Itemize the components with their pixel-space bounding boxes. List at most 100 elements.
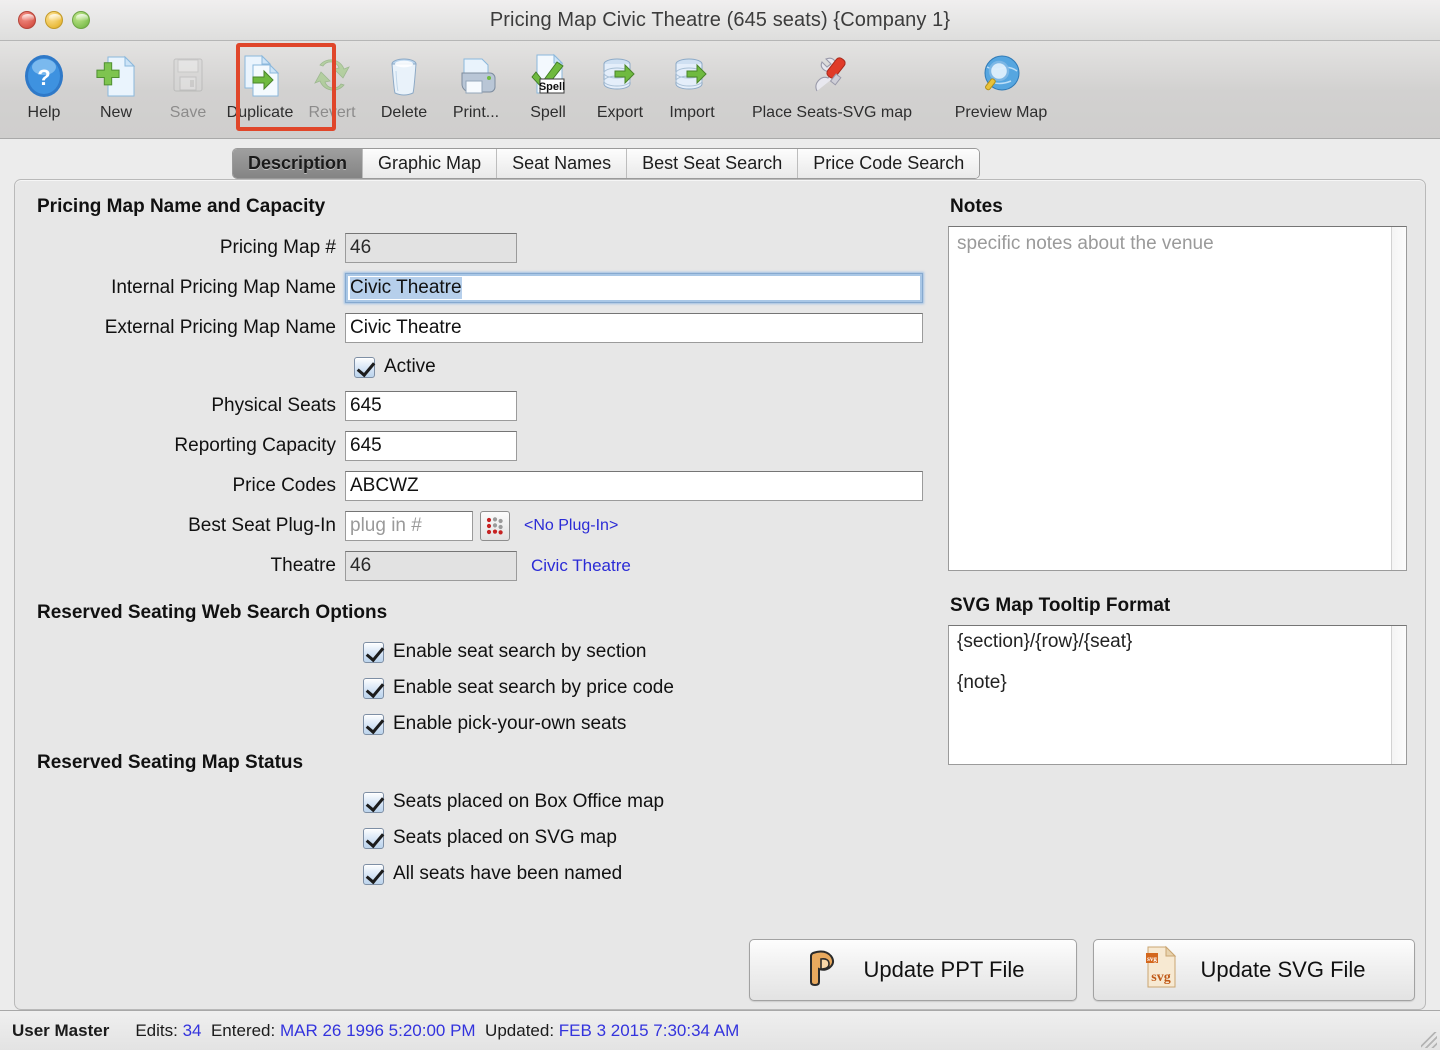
row-external-name: External Pricing Map Name Civic Theatre (33, 308, 938, 348)
update-ppt-button[interactable]: Update PPT File (749, 939, 1077, 1001)
checkbox-label: Enable seat search by price code (393, 677, 674, 698)
notes-textarea[interactable]: specific notes about the venue (948, 226, 1407, 571)
update-svg-button[interactable]: svg svg Update SVG File (1093, 939, 1415, 1001)
toolbar-button-revert[interactable]: Revert (296, 46, 368, 122)
toolbar-label: Preview Map (954, 104, 1048, 121)
best-seat-plugin-field[interactable]: plug in # (345, 511, 473, 541)
toolbar-button-export[interactable]: Export (584, 46, 656, 122)
toolbar-button-save[interactable]: Save (152, 46, 224, 122)
notes-title: Notes (950, 196, 1003, 217)
checkbox-label: Enable seat search by section (393, 641, 647, 662)
duplicate-document-icon (237, 50, 283, 102)
resize-grip[interactable] (1421, 1032, 1437, 1048)
label-physical-seats: Physical Seats (211, 395, 336, 416)
toolbar-button-import[interactable]: Import (656, 46, 728, 122)
description-panel: Pricing Map Name and Capacity Pricing Ma… (14, 179, 1426, 1010)
seats-placed-box-office-checkbox[interactable] (363, 791, 384, 813)
tooltip-format-title: SVG Map Tooltip Format (950, 595, 1171, 616)
toolbar: ? Help New Save Duplicate Revert Delete … (0, 41, 1440, 139)
zoom-button[interactable] (72, 11, 90, 29)
theatre-link[interactable]: Civic Theatre (531, 556, 631, 576)
price-codes-field[interactable]: ABCWZ (345, 471, 923, 501)
checkbox-label: All seats have been named (393, 863, 623, 884)
toolbar-label: Delete (380, 104, 428, 121)
row-active: Active (33, 348, 938, 386)
toolbar-label: Help (27, 104, 61, 121)
label-internal-name: Internal Pricing Map Name (111, 277, 336, 298)
plugin-status-link[interactable]: <No Plug-In> (524, 517, 618, 535)
status-updated-label: Updated: (485, 1020, 555, 1040)
toolbar-label: Duplicate (226, 104, 294, 121)
tab-bar: Description Graphic Map Seat Names Best … (0, 139, 1440, 179)
close-button[interactable] (18, 11, 36, 29)
floppy-disk-icon (166, 50, 210, 102)
svg-text:svg: svg (1148, 955, 1158, 963)
checkbox-label: Seats placed on Box Office map (393, 791, 665, 812)
tab-seat-names[interactable]: Seat Names (497, 149, 628, 178)
section-title-pricing-map: Pricing Map Name and Capacity (37, 196, 326, 217)
section-title-web-search: Reserved Seating Web Search Options (37, 602, 388, 623)
all-seats-named-checkbox[interactable] (363, 863, 384, 885)
toolbar-button-help[interactable]: ? Help (8, 46, 80, 122)
toolbar-button-new[interactable]: New (80, 46, 152, 122)
toolbar-button-spell[interactable]: Spell Spell (512, 46, 584, 122)
notes-scrollbar[interactable] (1391, 227, 1406, 570)
internal-name-field[interactable]: Civic Theatre (345, 273, 923, 303)
status-entered-value: MAR 26 1996 5:20:00 PM (279, 1020, 476, 1040)
pricing-map-number-field[interactable]: 46 (345, 233, 517, 263)
row-pricing-map-number: Pricing Map # 46 (33, 228, 938, 268)
enable-pick-your-own-seats-checkbox[interactable] (363, 713, 384, 735)
svg-text:Spell: Spell (539, 81, 565, 93)
notes-placeholder: specific notes about the venue (957, 233, 1214, 254)
row-reporting-capacity: Reporting Capacity 645 (33, 426, 938, 466)
seats-placed-svg-checkbox[interactable] (363, 827, 384, 849)
minimize-button[interactable] (45, 11, 63, 29)
tab-description[interactable]: Description (233, 149, 364, 178)
database-export-icon (597, 50, 643, 102)
status-user: User Master (12, 1020, 110, 1040)
revert-arrows-icon (310, 50, 354, 102)
enable-seat-search-by-price-code-checkbox[interactable] (363, 677, 384, 699)
left-column: Pricing Map Name and Capacity Pricing Ma… (33, 196, 938, 999)
tab-graphic-map[interactable]: Graphic Map (363, 149, 498, 178)
update-ppt-label: Update PPT File (863, 957, 1025, 982)
tooltip-scrollbar[interactable] (1391, 626, 1406, 764)
window-controls (18, 11, 90, 29)
seat-grid-icon (486, 517, 503, 535)
label-best-seat-plugin: Best Seat Plug-In (188, 515, 336, 536)
toolbar-label: Export (596, 104, 644, 121)
status-bar: User Master Edits: 34 Entered: MAR 26 19… (0, 1010, 1440, 1050)
theatre-field[interactable]: 46 (345, 551, 517, 581)
checkbox-label: Enable pick-your-own seats (393, 713, 627, 734)
row-price-codes: Price Codes ABCWZ (33, 466, 938, 506)
status-edits-label: Edits: (135, 1020, 178, 1040)
toolbar-button-print[interactable]: Print... (440, 46, 512, 122)
tab-best-seat-search[interactable]: Best Seat Search (627, 149, 799, 178)
enable-seat-search-by-section-checkbox[interactable] (363, 641, 384, 663)
reporting-capacity-field[interactable]: 645 (345, 431, 517, 461)
toolbar-button-duplicate[interactable]: Duplicate (224, 46, 296, 122)
toolbar-button-preview-map[interactable]: Preview Map (936, 46, 1066, 122)
row-best-seat-plugin: Best Seat Plug-In plug in # <No Plug-In> (33, 506, 938, 546)
toolbar-label: Print... (452, 104, 500, 121)
toolbar-button-place-seats-svg-map[interactable]: Place Seats-SVG map (728, 46, 936, 122)
app-window: Pricing Map Civic Theatre (645 seats) {C… (0, 0, 1440, 1050)
trash-can-icon (382, 50, 426, 102)
physical-seats-field[interactable]: 645 (345, 391, 517, 421)
plugin-picker-button[interactable] (480, 511, 510, 541)
update-svg-label: Update SVG File (1200, 957, 1366, 982)
title-bar: Pricing Map Civic Theatre (645 seats) {C… (0, 0, 1440, 41)
external-name-field[interactable]: Civic Theatre (345, 313, 923, 343)
label-pricing-map-number: Pricing Map # (219, 237, 336, 258)
checkbox-label: Seats placed on SVG map (393, 827, 617, 848)
tooltip-format-textarea[interactable]: {section}/{row}/{seat} {note} (948, 625, 1407, 765)
toolbar-button-delete[interactable]: Delete (368, 46, 440, 122)
powerpoint-icon (801, 945, 845, 995)
row-physical-seats: Physical Seats 645 (33, 386, 938, 426)
tab-price-code-search[interactable]: Price Code Search (798, 149, 980, 178)
globe-magnifier-icon (977, 50, 1025, 102)
toolbar-label: Revert (308, 104, 356, 121)
label-price-codes: Price Codes (232, 475, 337, 496)
active-checkbox[interactable] (354, 356, 375, 378)
svg-file-icon: svg svg (1142, 944, 1182, 996)
